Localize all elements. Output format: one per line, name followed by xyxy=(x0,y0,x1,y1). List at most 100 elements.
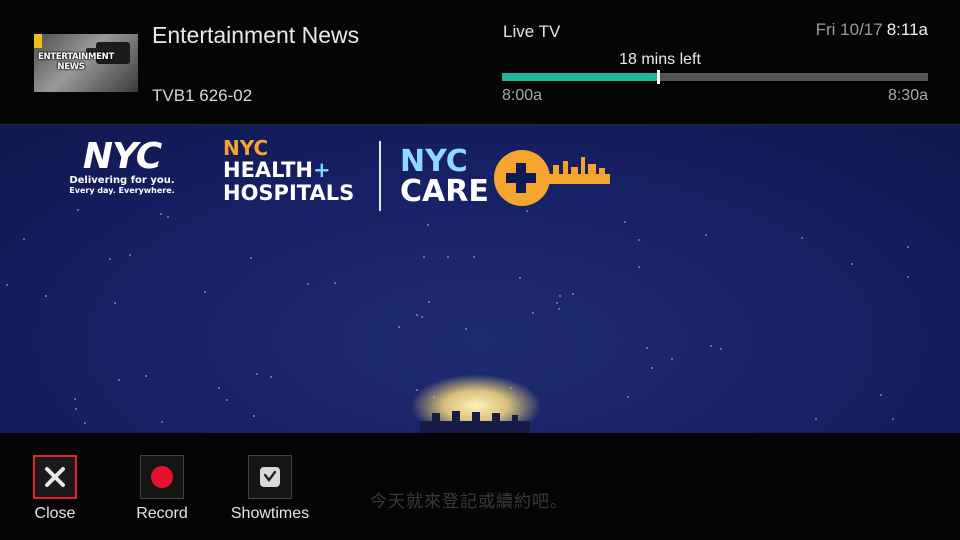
star-dot xyxy=(559,295,561,297)
video-subtitle: 今天就來登記或續約吧。 xyxy=(370,492,568,512)
care-nyc-text: NYC xyxy=(400,144,468,179)
current-time: 8:11a xyxy=(886,20,928,39)
star-dot xyxy=(638,266,640,268)
key-skyline-icon xyxy=(494,150,610,206)
star-dot xyxy=(465,328,467,330)
star-dot xyxy=(710,345,712,347)
star-dot xyxy=(907,276,909,278)
star-dot xyxy=(334,282,336,284)
thumbnail-title: ENTERTAINMENT NEWS xyxy=(38,52,114,72)
time-remaining: 18 mins left xyxy=(619,51,701,68)
record-icon xyxy=(151,466,173,488)
record-button-box[interactable] xyxy=(140,455,184,499)
star-dot xyxy=(907,246,909,248)
logo-divider xyxy=(379,141,381,211)
star-dot xyxy=(627,396,629,398)
star-dot xyxy=(307,283,309,285)
star-dot xyxy=(638,239,640,241)
star-dot xyxy=(532,312,534,314)
showtimes-label: Showtimes xyxy=(230,505,310,522)
star-dot xyxy=(720,348,722,350)
nyc-logo-text: NYC xyxy=(82,136,162,177)
clock: Fri 10/17 8:11a xyxy=(816,20,928,40)
close-button[interactable]: Close xyxy=(15,455,95,523)
record-button[interactable]: Record xyxy=(122,455,202,523)
star-dot xyxy=(75,408,77,410)
record-label: Record xyxy=(136,505,188,522)
end-time: 8:30a xyxy=(887,87,928,104)
hh-hospitals-text: HOSPITALS xyxy=(223,181,355,205)
nyc-logo: NYC Delivering for you. Every day. Every… xyxy=(62,136,182,196)
star-dot xyxy=(256,373,258,375)
source-label: Live TV xyxy=(503,22,561,41)
star-dot xyxy=(671,358,673,360)
star-dot xyxy=(114,302,116,304)
star-dot xyxy=(74,398,76,400)
star-dot xyxy=(253,415,255,417)
care-word-text: CARE xyxy=(400,174,489,209)
star-dot xyxy=(815,418,817,420)
hh-health-text: HEALTH xyxy=(223,158,313,182)
current-date: Fri 10/17 xyxy=(815,20,883,39)
program-title: Entertainment News xyxy=(152,22,360,48)
star-dot xyxy=(705,234,707,236)
star-dot xyxy=(160,213,162,215)
close-icon xyxy=(45,467,65,487)
star-dot xyxy=(423,256,425,258)
star-dot xyxy=(427,224,429,226)
progress-marker xyxy=(657,70,661,84)
star-dot xyxy=(398,326,400,328)
star-dot xyxy=(556,302,558,304)
hh-plus-text: + xyxy=(312,158,331,182)
star-dot xyxy=(204,291,206,293)
action-bar: 今天就來登記或續約吧。 Close Record Showtimes xyxy=(0,433,960,540)
star-dot xyxy=(851,263,853,265)
star-dot xyxy=(167,216,169,218)
program-progress-bar xyxy=(502,70,928,84)
nyc-tagline: Delivering for you. xyxy=(69,175,175,186)
program-info-bar: ENTERTAINMENT NEWS Entertainment News TV… xyxy=(0,0,960,125)
star-dot xyxy=(161,421,163,423)
star-dot xyxy=(218,387,220,389)
star-dot xyxy=(109,258,111,260)
star-dot xyxy=(421,316,423,318)
star-dot xyxy=(519,277,521,279)
showtimes-button-box[interactable] xyxy=(248,455,292,499)
star-dot xyxy=(84,422,86,424)
star-dot xyxy=(118,379,120,381)
star-dot xyxy=(473,256,475,258)
star-dot xyxy=(558,308,560,310)
channel-number: TVB1 626-02 xyxy=(152,86,253,105)
clock-icon xyxy=(260,467,280,487)
star-dot xyxy=(250,257,252,259)
video-player[interactable]: NYC Delivering for you. Every day. Every… xyxy=(0,125,960,433)
star-dot xyxy=(270,376,272,378)
showtimes-button[interactable]: Showtimes xyxy=(230,455,310,523)
star-dot xyxy=(624,221,626,223)
building-silhouette xyxy=(420,411,530,433)
star-dot xyxy=(447,256,449,258)
nyc-care-logo: NYC CARE xyxy=(400,147,489,207)
close-label: Close xyxy=(34,505,76,522)
star-dot xyxy=(6,284,8,286)
star-dot xyxy=(416,314,418,316)
nyc-tagline-2: Every day. Everywhere. xyxy=(69,186,175,195)
star-dot xyxy=(226,399,228,401)
star-dot xyxy=(892,418,894,420)
star-dot xyxy=(45,295,47,297)
star-dot xyxy=(77,209,79,211)
star-dot xyxy=(428,301,430,303)
star-dot xyxy=(572,293,574,295)
star-dot xyxy=(646,347,648,349)
close-button-box[interactable] xyxy=(33,455,77,499)
thumbnail-accent xyxy=(34,34,42,48)
star-dot xyxy=(145,375,147,377)
star-dot xyxy=(651,367,653,369)
star-dot xyxy=(526,210,528,212)
star-dot xyxy=(801,237,803,239)
health-hospitals-logo: NYC HEALTH+ HOSPITALS xyxy=(223,137,354,205)
star-dot xyxy=(129,254,131,256)
star-dot xyxy=(880,394,882,396)
start-time: 8:00a xyxy=(502,87,543,104)
star-dot xyxy=(23,238,25,240)
